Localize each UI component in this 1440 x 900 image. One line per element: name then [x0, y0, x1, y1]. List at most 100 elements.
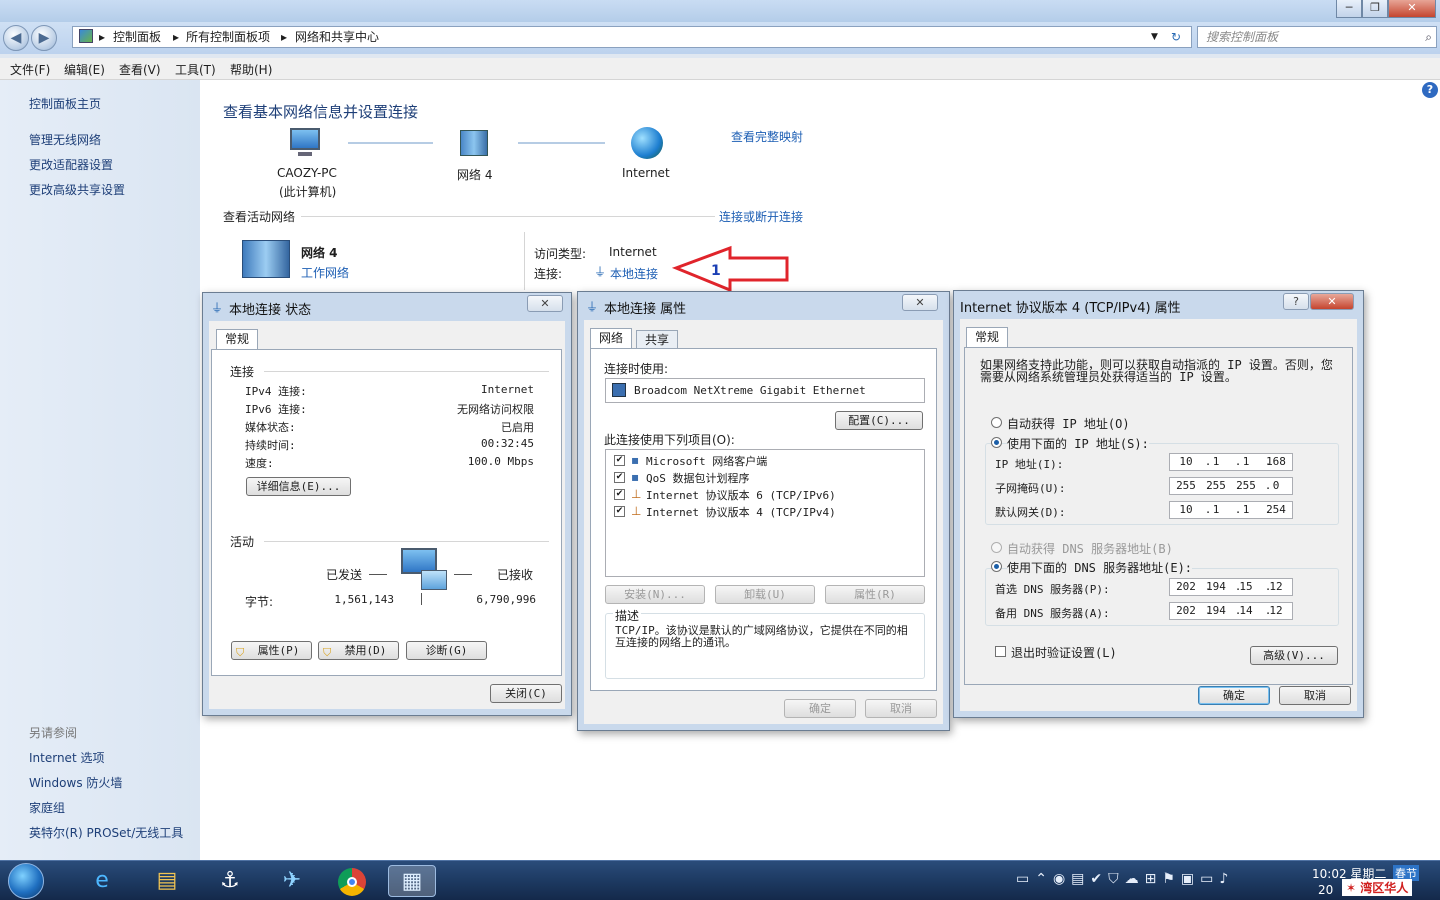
close-icon[interactable]: ✕ [902, 294, 938, 311]
details-button[interactable]: 详细信息(E)... [246, 477, 351, 496]
list-item[interactable]: Microsoft 网络客户端 [646, 453, 767, 469]
watermark: ✶ 湾区华人 [1342, 879, 1413, 896]
address-bar[interactable]: ▸ 控制面板 ▸ 所有控制面板项 ▸ 网络和共享中心 ▼ ↻ [72, 26, 1192, 48]
list-item[interactable]: Internet 协议版本 6 (TCP/IPv6) [646, 487, 836, 503]
help-icon[interactable]: ? [1422, 82, 1438, 98]
radio-auto-ip[interactable] [991, 417, 1002, 428]
advanced-button[interactable]: 高级(V)... [1250, 646, 1338, 665]
tab-general[interactable]: 常规 [966, 327, 1009, 347]
connect-disconnect-link[interactable]: 连接或断开连接 [719, 208, 803, 225]
alternate-dns-field[interactable]: 202. 194. 14. 12 [1169, 602, 1293, 620]
menu-file[interactable]: 文件(F) [10, 61, 50, 78]
manual-ip-label[interactable]: 使用下面的 IP 地址(S): [1007, 435, 1149, 452]
tab-general[interactable]: 常规 [216, 329, 259, 349]
activity-computers-icon [421, 570, 447, 590]
validate-label[interactable]: 退出时验证设置(L) [1011, 644, 1117, 661]
octet: 10 [1179, 503, 1193, 516]
close-button[interactable]: 关闭(C) [490, 684, 562, 703]
back-icon[interactable]: ◀ [3, 25, 29, 51]
close-window-button[interactable]: ✕ [1388, 0, 1436, 18]
menu-tools[interactable]: 工具(T) [175, 61, 216, 78]
ok-button[interactable]: 确定 [784, 699, 856, 718]
chrome-icon[interactable] [328, 865, 376, 897]
sidebar-item-home[interactable]: 控制面板主页 [29, 95, 101, 112]
see-also-proset[interactable]: 英特尔(R) PROSet/无线工具 [29, 824, 183, 841]
close-icon[interactable]: ✕ [527, 295, 563, 312]
checkbox-checked[interactable]: ✔ [614, 506, 625, 517]
radio-manual-dns[interactable] [991, 561, 1002, 572]
computer-stand [298, 152, 312, 156]
checkbox-checked[interactable]: ✔ [614, 455, 625, 466]
menu-help[interactable]: 帮助(H) [230, 61, 272, 78]
items-label: 此连接使用下列项目(O): [604, 433, 735, 447]
auto-dns-label[interactable]: 自动获得 DNS 服务器地址(B) [1007, 540, 1173, 557]
preferred-dns-field[interactable]: 202. 194. 15. 12 [1169, 578, 1293, 596]
octet: 202 [1176, 604, 1196, 617]
close-icon[interactable]: ✕ [1310, 293, 1354, 310]
breadcrumb-item[interactable]: 控制面板 [113, 27, 161, 47]
bird-icon[interactable]: ✈ [268, 865, 316, 897]
validate-checkbox[interactable] [995, 646, 1006, 657]
minimize-button[interactable]: ─ [1336, 0, 1362, 18]
tab-network[interactable]: 网络 [590, 328, 633, 348]
manual-dns-label[interactable]: 使用下面的 DNS 服务器地址(E): [1007, 559, 1193, 576]
list-item[interactable]: Internet 协议版本 4 (TCP/IPv4) [646, 504, 836, 520]
item-properties-button[interactable]: 属性(R) [825, 585, 925, 604]
properties-dialog-title: 本地连接 属性 [604, 302, 687, 317]
properties-button[interactable]: ⛉ 属性(P) [231, 641, 312, 660]
refresh-icon[interactable]: ↻ [1171, 27, 1181, 47]
ok-button[interactable]: 确定 [1198, 686, 1270, 705]
sidebar-item-wireless[interactable]: 管理无线网络 [29, 131, 101, 148]
network-type-link[interactable]: 工作网络 [301, 264, 349, 281]
configure-button[interactable]: 配置(C)... [835, 411, 923, 430]
see-also-internet[interactable]: Internet 选项 [29, 749, 104, 766]
uninstall-button[interactable]: 卸载(U) [715, 585, 815, 604]
menu-view[interactable]: 查看(V) [119, 61, 161, 78]
maximize-button[interactable]: ❐ [1362, 0, 1388, 18]
tray-icons[interactable]: ▭⌃◉▤✔⛉☁⊞⚑▣▭♪ [1016, 871, 1301, 891]
node-computer-sub: (此计算机) [279, 185, 337, 199]
search-icon[interactable]: ⌕ [1425, 27, 1432, 47]
adapter-field: Broadcom NetXtreme Gigabit Ethernet [605, 378, 925, 403]
cancel-button[interactable]: 取消 [865, 699, 937, 718]
search-input[interactable]: 搜索控制面板 ⌕ [1197, 26, 1437, 48]
ie-icon[interactable]: e [78, 865, 126, 897]
breadcrumb-item[interactable]: 所有控制面板项 [186, 27, 270, 47]
breadcrumb-item[interactable]: 网络和共享中心 [295, 27, 379, 47]
annotation-label-1: 1 [711, 263, 721, 279]
install-button[interactable]: 安装(N)... [605, 585, 705, 604]
view-full-map-link[interactable]: 查看完整映射 [731, 128, 803, 145]
disable-button[interactable]: ⛉ 禁用(D) [318, 641, 399, 660]
cancel-button[interactable]: 取消 [1279, 686, 1351, 705]
diagnose-button[interactable]: 诊断(G) [406, 641, 487, 660]
ip-address-field[interactable]: 10. 1. 1. 168 [1169, 453, 1293, 471]
help-button[interactable]: ? [1283, 293, 1309, 310]
gateway-field[interactable]: 10. 1. 1. 254 [1169, 501, 1293, 519]
forward-icon[interactable]: ▶ [31, 25, 57, 51]
subnet-mask-field[interactable]: 255. 255. 255. 0 [1169, 477, 1293, 495]
control-panel-task-icon[interactable]: ▦ [388, 865, 436, 897]
menu-edit[interactable]: 编辑(E) [64, 61, 105, 78]
computer-icon [290, 128, 320, 150]
start-button[interactable] [8, 863, 44, 899]
auto-ip-label[interactable]: 自动获得 IP 地址(O) [1007, 415, 1130, 432]
ethernet-icon: ⏚ [586, 300, 599, 314]
breadcrumb-sep-icon: ▸ [99, 30, 106, 44]
local-connection-link[interactable]: 本地连接 [610, 265, 658, 282]
see-also-firewall[interactable]: Windows 防火墙 [29, 774, 122, 791]
radio-auto-dns[interactable] [991, 542, 1002, 553]
gateway-label: 默认网关(D): [995, 506, 1066, 519]
see-also-homegroup[interactable]: 家庭组 [29, 799, 65, 816]
checkbox-checked[interactable]: ✔ [614, 472, 625, 483]
radio-manual-ip[interactable] [991, 437, 1002, 448]
anchor-icon[interactable]: ⚓ [206, 865, 254, 897]
folder-icon[interactable]: ▤ [143, 865, 191, 897]
dropdown-icon[interactable]: ▼ [1151, 27, 1158, 47]
sidebar-item-adapter[interactable]: 更改适配器设置 [29, 156, 113, 173]
access-type-label: 访问类型: [534, 247, 587, 261]
checkbox-checked[interactable]: ✔ [614, 489, 625, 500]
list-item[interactable]: QoS 数据包计划程序 [646, 470, 750, 486]
tab-sharing[interactable]: 共享 [636, 330, 679, 350]
clock-date[interactable]: 20 [1318, 883, 1333, 897]
sidebar-item-sharing[interactable]: 更改高级共享设置 [29, 181, 125, 198]
